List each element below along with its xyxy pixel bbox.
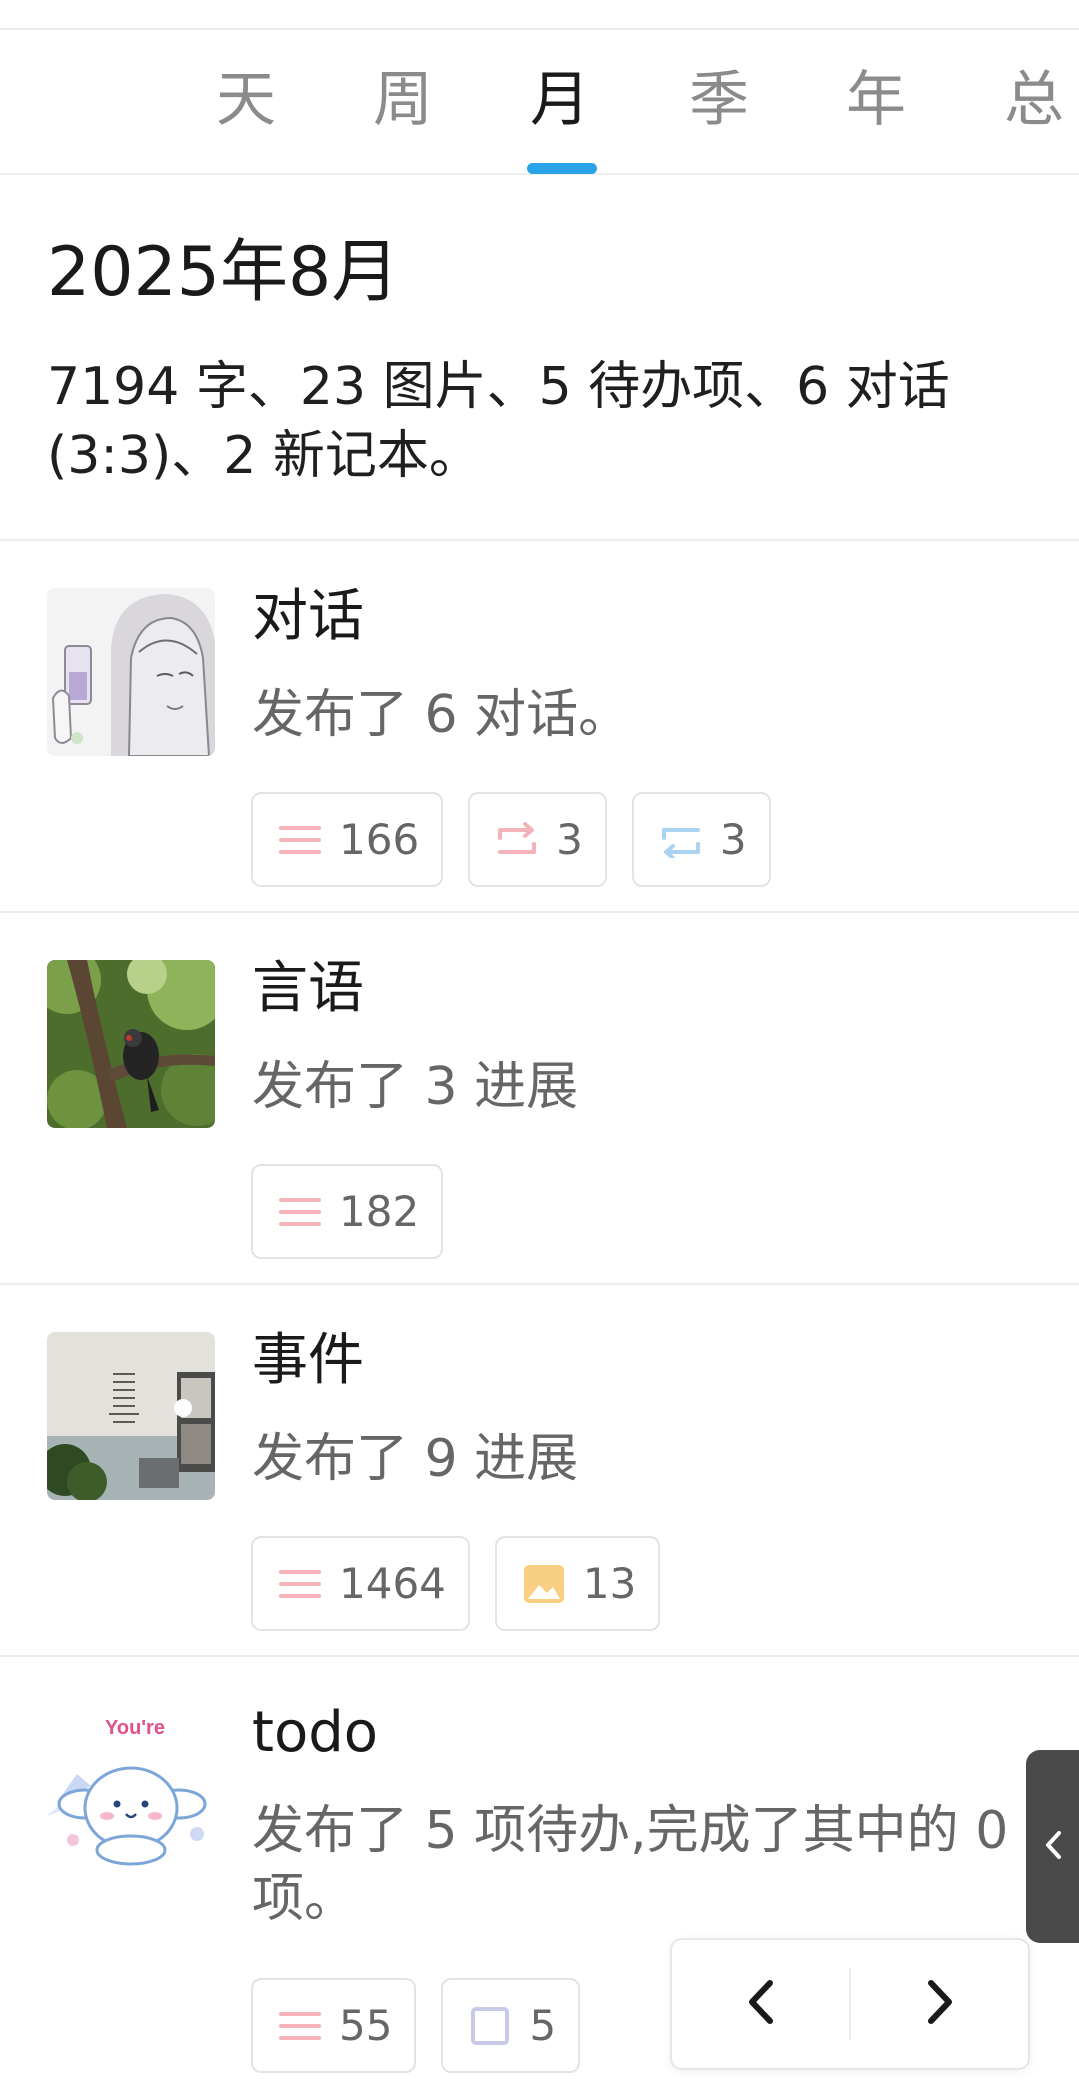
word-count-chip[interactable]: 182 [251,1164,444,1259]
received-count-chip[interactable]: 3 [631,792,771,887]
repeat-out-icon [496,821,538,859]
tab-month[interactable]: 月 [500,70,620,130]
page-title: 2025年8月 [47,233,400,312]
stats-row: 55 5 [251,1978,581,2073]
chevron-right-icon [925,1979,955,2029]
chevron-left-icon [746,1979,776,2029]
period-tabs: 天 周 月 季 年 总 [0,30,1079,175]
lines-icon [279,821,321,859]
image-count-chip[interactable]: 13 [494,1536,661,1631]
section-description: 发布了 3 进展 [252,1057,579,1117]
section-description: 发布了 5 项待办,完成了其中的 0 项。 [252,1801,1009,1929]
stat-value: 5 [529,2000,557,2050]
checkbox-icon [469,2006,511,2045]
speech-thumbnail [47,960,215,1128]
stats-row: 1464 13 [251,1536,661,1631]
stat-value: 3 [556,814,583,864]
side-drawer-handle[interactable] [1026,1750,1079,1943]
section-speech[interactable]: 言语 发布了 3 进展 182 [0,913,1079,1285]
section-dialogue[interactable]: 对话 发布了 6 对话。 166 3 3 [0,541,1079,913]
section-title: 言语 [252,956,364,1021]
lines-icon [279,1565,321,1603]
repeat-in-icon [660,821,702,859]
section-title: 事件 [252,1328,364,1393]
events-thumbnail [47,1332,215,1500]
summary-text: 7194 字、23 图片、5 待办项、6 对话(3:3)、2 新记本。 [47,357,950,486]
section-events[interactable]: 事件 发布了 9 进展 1464 13 [0,1285,1079,1657]
section-title: 对话 [252,584,364,649]
section-description: 发布了 9 进展 [252,1429,579,1489]
tab-year[interactable]: 年 [816,70,936,130]
stats-row: 166 3 3 [251,792,771,887]
stat-value: 166 [339,814,420,864]
section-description: 发布了 6 对话。 [252,685,631,745]
dialogue-thumbnail [47,588,215,756]
pagination-control [670,1938,1030,2070]
tab-total[interactable]: 总 [974,70,1079,130]
word-count-chip[interactable]: 1464 [251,1536,470,1631]
tab-week[interactable]: 周 [343,70,463,130]
lines-icon [279,1193,321,1231]
active-tab-indicator [527,163,597,174]
stat-value: 1464 [339,1558,446,1608]
sent-count-chip[interactable]: 3 [468,792,607,887]
stat-value: 13 [582,1558,637,1608]
todo-count-chip[interactable]: 5 [441,1978,581,2073]
stat-value: 55 [339,2000,393,2050]
section-title: todo [252,1700,379,1765]
word-count-chip[interactable]: 166 [251,792,444,887]
stat-value: 182 [339,1186,420,1236]
stat-value: 3 [719,814,747,864]
stats-row: 182 [251,1164,444,1259]
lines-icon [279,2007,321,2045]
chevron-left-icon [1043,1829,1063,1865]
word-count-chip[interactable]: 55 [251,1978,417,2073]
month-summary: 2025年8月 7194 字、23 图片、5 待办项、6 对话(3:3)、2 新… [0,177,1079,541]
top-bar [0,0,1079,30]
image-icon [523,1564,565,1603]
previous-button[interactable] [672,1940,849,2068]
next-button[interactable] [851,1940,1028,2068]
todo-thumbnail: You're [47,1704,215,1872]
thumb-lettering: You're [105,1717,165,1739]
tab-quarter[interactable]: 季 [659,70,779,130]
tab-day[interactable]: 天 [186,70,306,130]
